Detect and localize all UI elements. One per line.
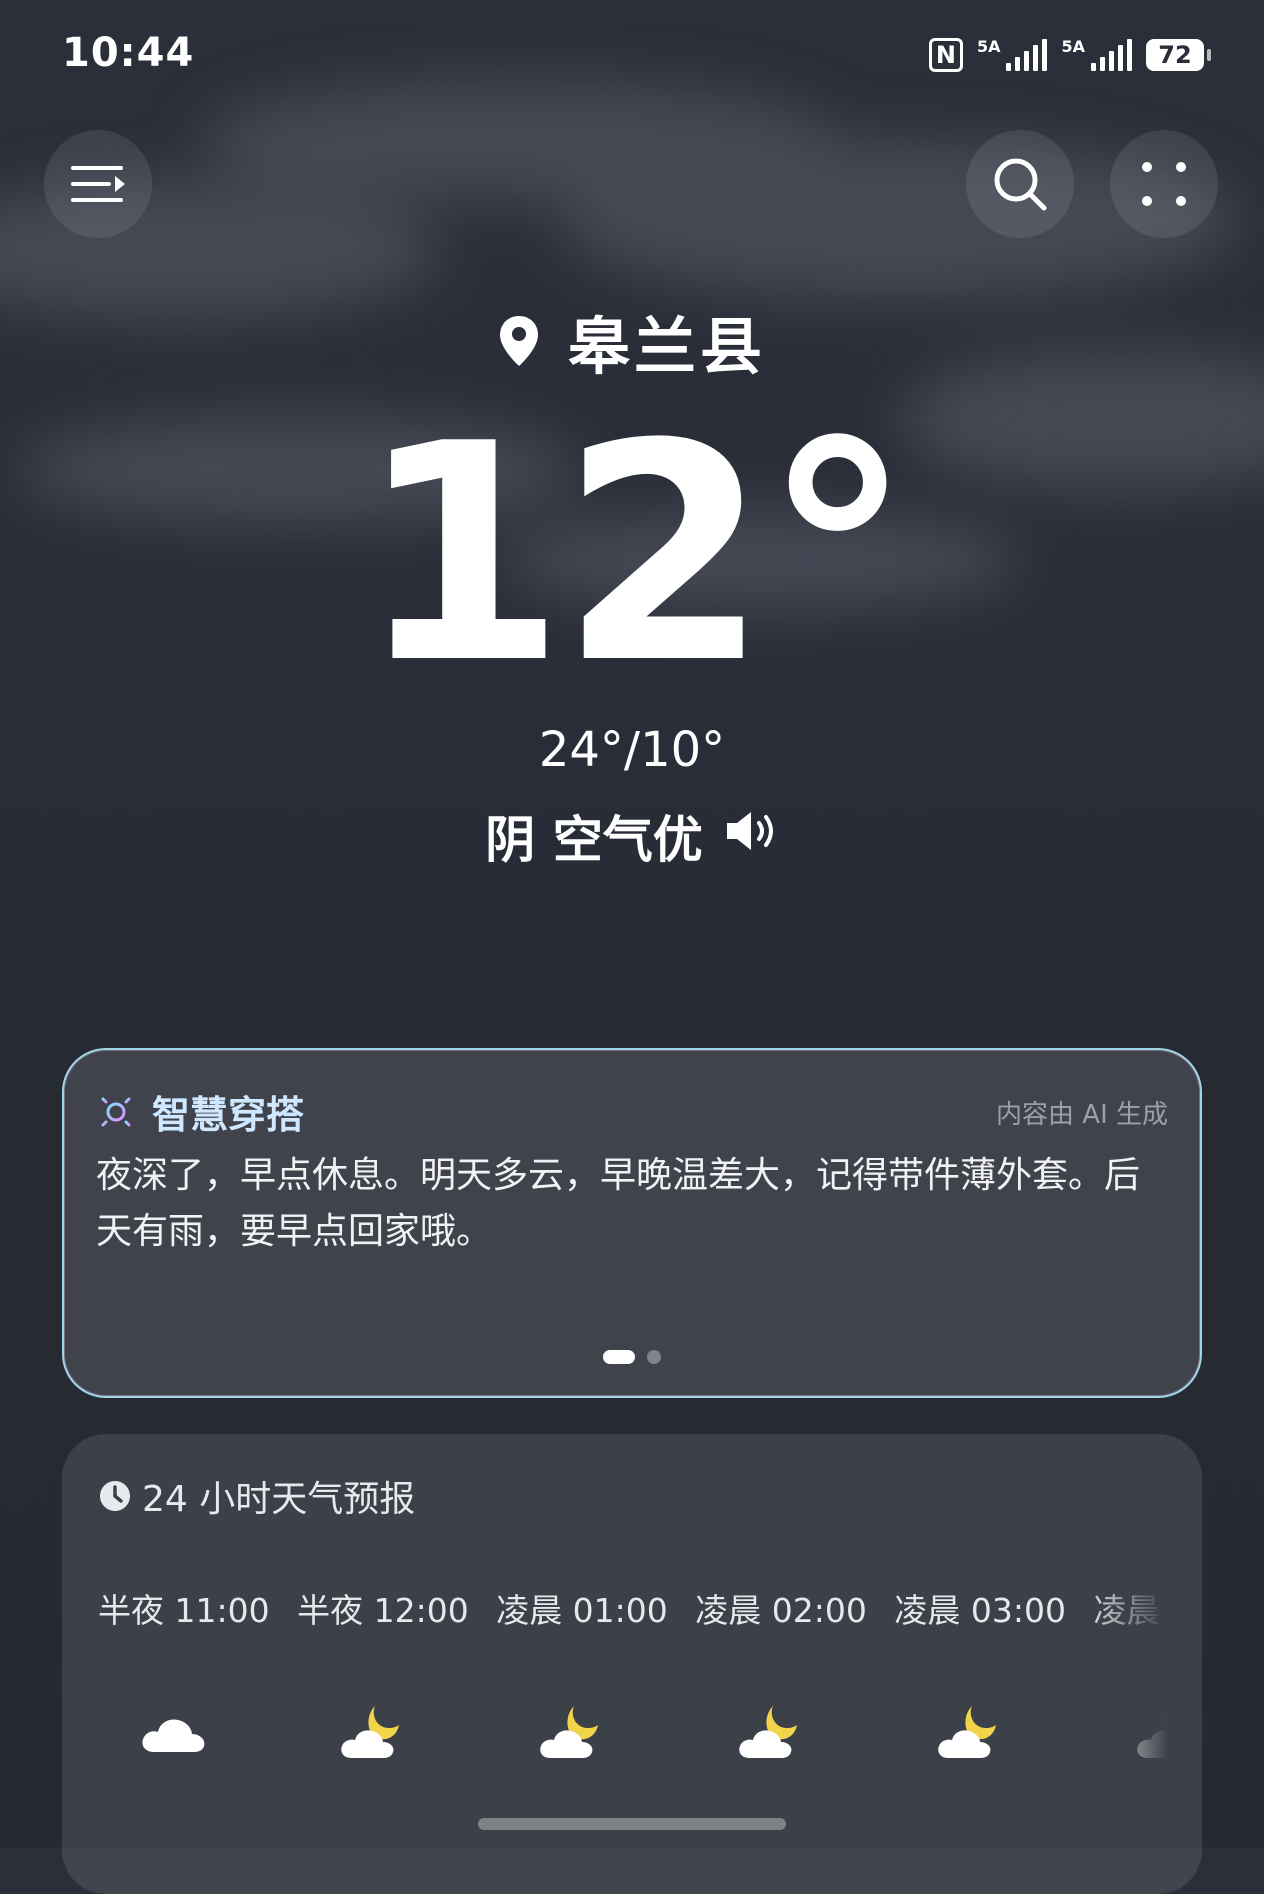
hour-time: 凌晨 01:00 (496, 1591, 668, 1630)
speaker-icon (726, 812, 773, 850)
cloudy-night-icon (540, 1706, 599, 1758)
hourly-forecast-title: 24 小时天气预报 (142, 1479, 416, 1520)
search-button[interactable] (966, 130, 1074, 238)
cloudy-night-icon (341, 1706, 400, 1758)
hourly-item[interactable]: 凌晨 01:00 (496, 1584, 690, 1766)
location-header[interactable]: 皋兰县 (0, 296, 1264, 386)
hourly-item[interactable]: 凌晨 03:00 (894, 1584, 1088, 1766)
hour-time: 半夜 12:00 (297, 1591, 469, 1630)
cloudy-night-icon (739, 1706, 798, 1758)
hourly-item[interactable]: 半夜 12:00 (297, 1584, 491, 1766)
sparkle-sun-icon (96, 1092, 136, 1131)
page-dot-active[interactable] (603, 1350, 635, 1364)
smart-outfit-title: 智慧穿搭 (152, 1093, 305, 1137)
smart-outfit-header: 智慧穿搭 (96, 1084, 304, 1139)
signal-sim1-icon: 5A (977, 39, 1048, 71)
high-low-temperature: 24°/10° (538, 722, 726, 778)
grid-dots-icon (1142, 162, 1186, 206)
condition-text: 阴 空气优 (485, 811, 703, 869)
hourly-forecast-header: 24 小时天气预报 (98, 1470, 415, 1522)
status-time: 10:44 (62, 30, 195, 76)
page-indicator[interactable] (64, 1350, 1200, 1364)
menu-button[interactable] (44, 130, 152, 238)
hour-time: 凌晨 03:00 (894, 1591, 1066, 1630)
cloudy-night-icon (1137, 1710, 1168, 1758)
signal-sim2-icon: 5A (1061, 39, 1132, 71)
hourly-list[interactable]: 半夜 11:00 半夜 12:00 凌晨 01:00 凌晨 02:00 凌晨 0… (98, 1584, 1168, 1766)
location-pin-icon (499, 316, 538, 366)
home-indicator[interactable] (478, 1818, 786, 1830)
hourly-item[interactable]: 凌晨 04:00 (1093, 1584, 1168, 1766)
battery-icon: 72 (1146, 39, 1211, 71)
speaker-button[interactable] (723, 807, 779, 865)
menu-list-icon (71, 166, 125, 202)
sim1-label: 5A (976, 37, 1001, 56)
search-icon (994, 158, 1047, 211)
page-dot[interactable] (647, 1350, 661, 1364)
hour-time: 凌晨 02:00 (695, 1591, 867, 1630)
hourly-item[interactable]: 半夜 11:00 (98, 1584, 292, 1766)
condition-row: 阴 空气优 (0, 800, 1264, 872)
cloudy-icon (142, 1719, 205, 1752)
more-button[interactable] (1110, 130, 1218, 238)
hourly-item[interactable]: 凌晨 02:00 (695, 1584, 889, 1766)
smart-outfit-card[interactable]: 智慧穿搭 内容由 AI 生成 夜深了，早点休息。明天多云，早晚温差大，记得带件薄… (62, 1048, 1202, 1398)
sim2-label: 5A (1061, 37, 1085, 56)
status-indicators: N 5A 5A 72 (928, 38, 1211, 72)
nfc-icon: N (928, 38, 963, 72)
hour-time: 半夜 11:00 (98, 1591, 270, 1630)
smart-outfit-text: 夜深了，早点休息。明天多云，早晚温差大，记得带件薄外套。后天有雨，要早点回家哦。 (96, 1155, 1141, 1252)
clock-icon (100, 1481, 130, 1511)
city-name: 皋兰县 (567, 310, 766, 383)
hour-time: 凌晨 04:00 (1093, 1591, 1168, 1630)
cloudy-night-icon (938, 1706, 997, 1758)
current-temperature: 12° (357, 380, 912, 729)
ai-source-label: 内容由 AI 生成 (996, 1100, 1168, 1130)
